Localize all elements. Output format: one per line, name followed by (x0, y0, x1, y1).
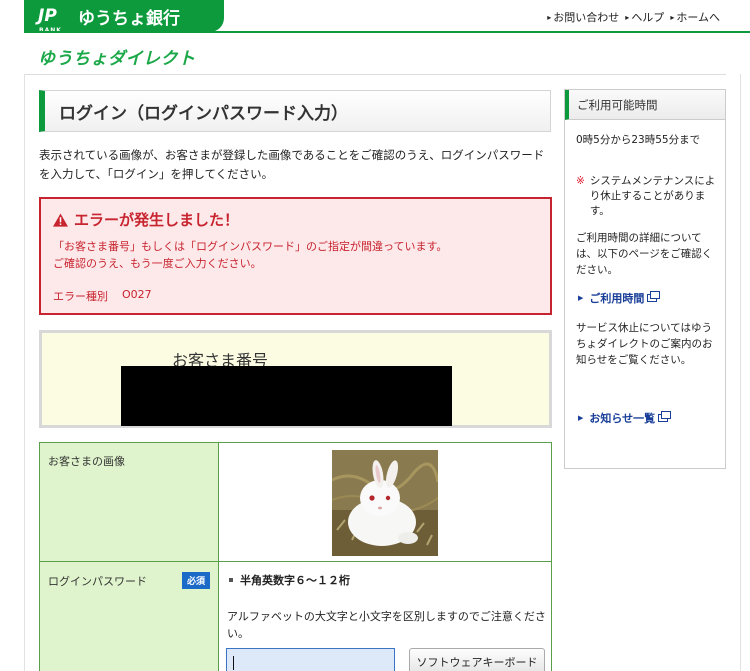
password-label-cell: ログインパスワード 必須 (39, 561, 219, 671)
password-input-cell: 半角英数字６～１２桁 アルファベットの大文字と小文字を区別しますのでご注意くださ… (218, 561, 552, 671)
arrow-right-icon: ▸ (625, 12, 630, 22)
brand-name: ゆうちょ銀行 (78, 8, 180, 29)
frame-left-border (24, 74, 25, 671)
rabbit-image (332, 450, 438, 556)
error-message: 「お客さま番号」もしくは「ログインパスワード」のご指定が間違っています。 ご確認… (53, 238, 538, 272)
service-hours-link[interactable]: ▶ ご利用時間 (578, 290, 661, 306)
help-link-label: ヘルプ (631, 11, 665, 24)
page-title-box: ログイン（ログインパスワード入力） (39, 90, 551, 132)
password-label: ログインパスワード (48, 574, 147, 588)
brand-bar[interactable]: JP BANK ゆうちょ銀行 (24, 0, 224, 35)
news-list-link[interactable]: ▶ お知らせ一覧 (578, 410, 672, 426)
service-hours-link-label: ご利用時間 (589, 292, 645, 305)
arrow-right-icon: ▸ (670, 12, 675, 22)
customer-image-label: お客さまの画像 (39, 442, 219, 562)
jp-bank-logo: JP BANK (38, 6, 74, 35)
error-title-text: エラーが発生しました！ (74, 211, 240, 229)
error-message-line: 「お客さま番号」もしくは「ログインパスワード」のご指定が間違っています。 (53, 240, 448, 253)
home-link-label: ホームへ (676, 11, 720, 24)
header-divider (24, 31, 750, 33)
customer-number-redacted (121, 366, 452, 426)
home-link[interactable]: ▸ ホームへ (670, 9, 720, 25)
warning-icon (53, 212, 68, 227)
square-bullet-icon (229, 578, 233, 582)
arrow-right-icon: ▶ (578, 294, 584, 302)
error-code: エラー種別 O027 (53, 288, 538, 304)
arrow-right-icon: ▸ (547, 12, 552, 22)
page-title: ログイン（ログインパスワード入力） (59, 103, 348, 124)
table-row: お客さまの画像 (39, 442, 552, 562)
hours-detail-text: ご利用時間の詳細については、以下のページをご確認ください。 (576, 232, 713, 276)
external-window-icon (658, 411, 672, 422)
help-link[interactable]: ▸ ヘルプ (625, 9, 664, 25)
text-caret (233, 656, 234, 670)
external-window-icon (647, 291, 661, 302)
service-hours: 0時5分から23時55分まで (576, 134, 701, 146)
availability-sidebar: ご利用可能時間 0時5分から23時55分まで ※ システムメンテナンスにより休止… (564, 89, 726, 469)
intro-text: 表示されている画像が、お客さまが登録した画像であることをご確認のうえ、ログインパ… (39, 148, 545, 181)
required-badge: 必須 (181, 572, 210, 589)
error-box: エラーが発生しました！ 「お客さま番号」もしくは「ログインパスワード」のご指定が… (39, 197, 552, 315)
password-rule: 半角英数字６～１２桁 (229, 572, 350, 588)
maintenance-note: ※ システムメンテナンスにより休止することがあります。 (576, 174, 718, 219)
contact-link-label: お問い合わせ (553, 11, 620, 24)
customer-image-cell (218, 442, 552, 562)
login-form-table: お客さまの画像 ログインパスワード 必須 半角英数字６～１２桁 アルファベットの… (39, 442, 552, 671)
maintenance-note-text: システムメンテナンスにより休止することがあります。 (589, 175, 716, 217)
yucho-direct-logo[interactable]: ゆうちょダイレクト (38, 44, 196, 69)
service-suspension-text: サービス休止についてはゆうちょダイレクトのご案内のお知らせをご覧ください。 (576, 322, 713, 366)
error-code-label: エラー種別 (53, 290, 108, 303)
password-rule-text: 半角英数字６～１２桁 (240, 574, 350, 587)
customer-number-box: お客さま番号 (39, 330, 552, 428)
arrow-right-icon: ▶ (578, 414, 584, 422)
sub-header-divider (24, 74, 726, 75)
frame-right-border (740, 74, 741, 671)
error-title: エラーが発生しました！ (53, 209, 538, 230)
error-code-value: O027 (122, 288, 152, 301)
password-input[interactable] (226, 648, 395, 671)
software-keyboard-button[interactable]: ソフトウェアキーボード (409, 648, 545, 671)
top-links: ▸ お問い合わせ ▸ ヘルプ ▸ ホームへ (547, 9, 720, 25)
logo-mark: JP (38, 6, 57, 26)
contact-link[interactable]: ▸ お問い合わせ (547, 9, 619, 25)
news-list-link-label: お知らせ一覧 (589, 412, 656, 425)
sidebar-heading: ご利用可能時間 (565, 90, 725, 120)
note-mark: ※ (576, 175, 585, 187)
password-case-note: アルファベットの大文字と小文字を区別しますのでご注意ください。 (227, 610, 546, 640)
error-message-line: ご確認のうえ、もう一度ご入力ください。 (53, 257, 262, 270)
table-row: ログインパスワード 必須 半角英数字６～１２桁 アルファベットの大文字と小文字を… (39, 561, 552, 671)
